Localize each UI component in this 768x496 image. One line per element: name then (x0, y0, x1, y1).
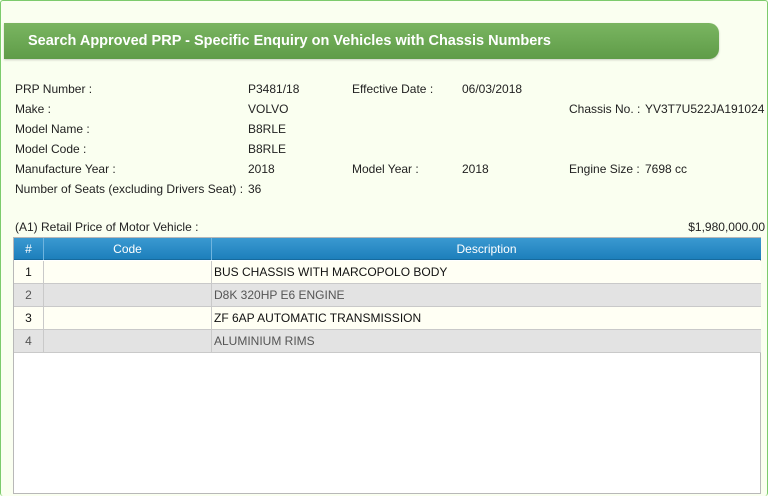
make-value: VOLVO (248, 102, 289, 116)
table-row[interactable]: 1 BUS CHASSIS WITH MARCOPOLO BODY (14, 261, 761, 284)
retail-price-label: (A1) Retail Price of Motor Vehicle : (15, 220, 199, 234)
effective-date-label: Effective Date : (352, 82, 434, 96)
engine-size-value: 7698 cc (645, 162, 688, 176)
column-header-number[interactable]: # (14, 238, 44, 260)
row-description: ZF 6AP AUTOMATIC TRANSMISSION (214, 311, 422, 325)
model-code-value: B8RLE (248, 142, 287, 156)
row-description: D8K 320HP E6 ENGINE (214, 288, 345, 302)
row-description: ALUMINIUM RIMS (214, 334, 315, 348)
make-label: Make : (15, 102, 52, 116)
table-row[interactable]: 4 ALUMINIUM RIMS (14, 330, 761, 353)
retail-price-value: $1,980,000.00 (688, 220, 765, 234)
chassis-label: Chassis No. : (569, 102, 641, 116)
engine-size-label: Engine Size : (569, 162, 640, 176)
row-code (44, 261, 212, 283)
table-row[interactable]: 3 ZF 6AP AUTOMATIC TRANSMISSION (14, 307, 761, 330)
row-description: BUS CHASSIS WITH MARCOPOLO BODY (214, 265, 448, 279)
effective-date-value: 06/03/2018 (462, 82, 523, 96)
row-number: 2 (14, 284, 44, 306)
grid-header: # Code Description (14, 238, 761, 260)
row-code (44, 330, 212, 352)
row-number: 3 (14, 307, 44, 329)
model-code-label: Model Code : (15, 142, 87, 156)
manufacture-year-value: 2018 (248, 162, 275, 176)
row-code (44, 307, 212, 329)
manufacture-year-label: Manufacture Year : (15, 162, 116, 176)
column-header-description[interactable]: Description (212, 238, 761, 260)
items-grid: # Code Description 1 BUS CHASSIS WITH MA… (13, 237, 761, 494)
seats-value: 36 (248, 182, 262, 196)
row-number: 1 (14, 261, 44, 283)
page-title: Search Approved PRP - Specific Enquiry o… (4, 23, 719, 59)
retail-price-row: (A1) Retail Price of Motor Vehicle : $1,… (15, 220, 765, 234)
model-name-value: B8RLE (248, 122, 287, 136)
model-year-label: Model Year : (352, 162, 419, 176)
prp-number-label: PRP Number : (15, 82, 93, 96)
model-name-label: Model Name : (15, 122, 90, 136)
prp-number-value: P3481/18 (248, 82, 300, 96)
row-code (44, 284, 212, 306)
seats-label: Number of Seats (excluding Drivers Seat)… (15, 182, 244, 196)
table-row[interactable]: 2 D8K 320HP E6 ENGINE (14, 284, 761, 307)
row-number: 4 (14, 330, 44, 352)
chassis-value: YV3T7U522JA191024 (645, 102, 765, 116)
model-year-value: 2018 (462, 162, 489, 176)
column-header-code[interactable]: Code (44, 238, 212, 260)
